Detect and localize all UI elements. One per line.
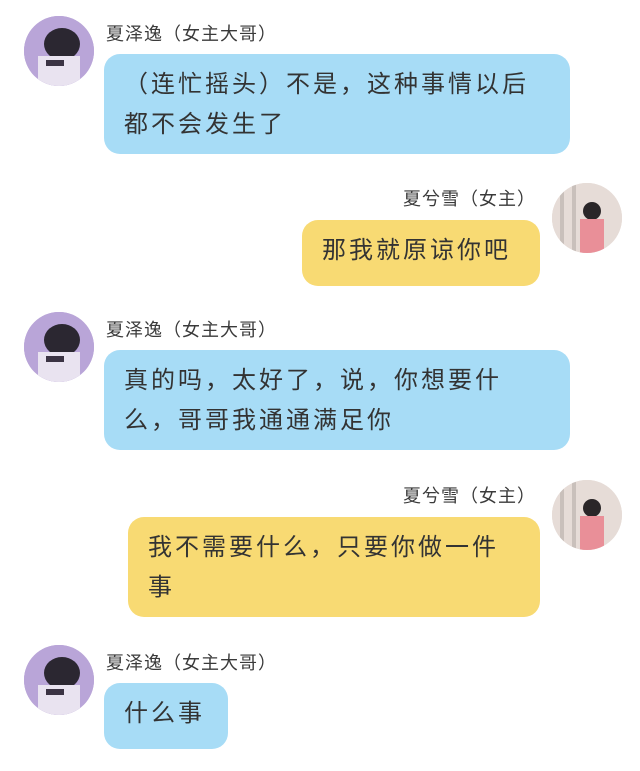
boy-avatar-icon[interactable] — [24, 16, 94, 86]
sender-name: 夏泽逸（女主大哥） — [106, 653, 277, 674]
message-bubble[interactable]: 那我就原谅你吧 — [302, 220, 540, 286]
sender-name: 夏兮雪（女主） — [403, 189, 536, 210]
girl-avatar-icon[interactable] — [552, 183, 622, 253]
boy-avatar-icon[interactable] — [24, 312, 94, 382]
message-bubble[interactable]: （连忙摇头）不是，这种事情以后都不会发生了 — [104, 54, 570, 154]
sender-name: 夏泽逸（女主大哥） — [106, 320, 277, 341]
sender-name: 夏泽逸（女主大哥） — [106, 24, 277, 45]
boy-avatar-icon[interactable] — [24, 645, 94, 715]
message-bubble[interactable]: 真的吗，太好了，说，你想要什么，哥哥我通通满足你 — [104, 350, 570, 450]
girl-avatar-icon[interactable] — [552, 480, 622, 550]
sender-name: 夏兮雪（女主） — [403, 486, 536, 507]
message-bubble[interactable]: 什么事 — [104, 683, 228, 749]
message-bubble[interactable]: 我不需要什么，只要你做一件事 — [128, 517, 540, 617]
